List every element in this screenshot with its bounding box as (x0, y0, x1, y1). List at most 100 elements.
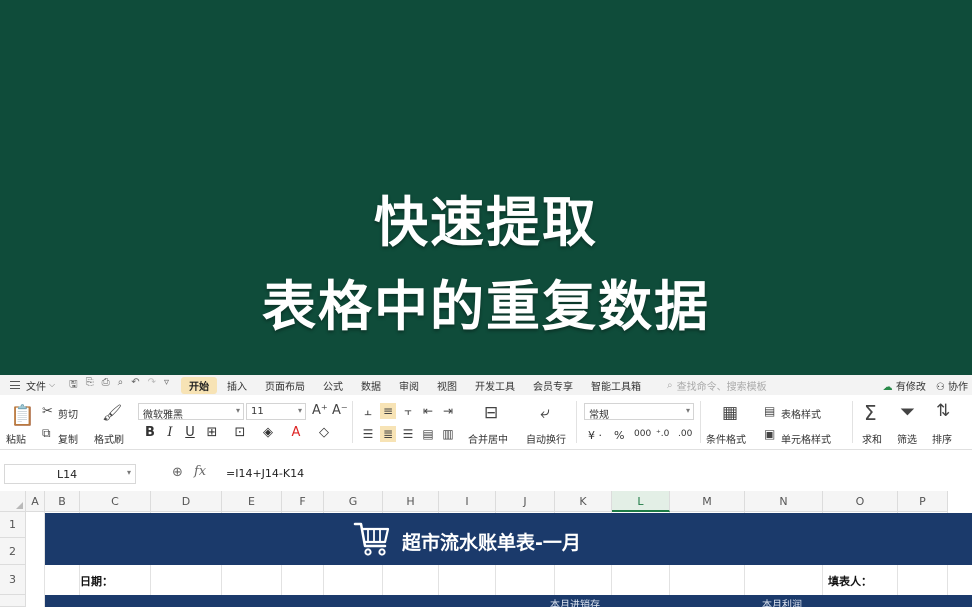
sum-button[interactable]: 求和 (862, 431, 882, 446)
command-search[interactable]: ⌕ 查找命令、搜索模板 (667, 378, 767, 393)
format-painter-button[interactable]: 格式刷 (94, 431, 124, 446)
paste-button[interactable]: 粘贴 (6, 431, 26, 446)
align-left-icon[interactable]: ☰ (360, 426, 376, 442)
sort-button[interactable]: 排序 (932, 431, 952, 446)
name-box[interactable]: L14 ▾ (4, 464, 136, 484)
indent-decrease-icon[interactable]: ⇤ (420, 403, 436, 419)
print-preview-icon[interactable]: ⌕ (118, 377, 124, 394)
undo-icon[interactable]: ↶ (131, 377, 139, 394)
tab-formulas[interactable]: 公式 (315, 377, 351, 394)
cell-style-button[interactable]: 单元格样式 (781, 431, 831, 446)
number-format-select[interactable]: 常规 ▾ (584, 403, 694, 421)
fill-color-icon[interactable]: ◈ (259, 425, 277, 440)
tab-developer[interactable]: 开发工具 (467, 377, 523, 394)
collab-label: 协作 (948, 382, 968, 393)
column-header-m[interactable]: M (670, 491, 745, 512)
column-header-p[interactable]: P (898, 491, 948, 512)
tab-page-layout[interactable]: 页面布局 (257, 377, 313, 394)
function-icon[interactable]: fx (194, 464, 206, 479)
column-header-j[interactable]: J (496, 491, 555, 512)
conditional-format-button[interactable]: 条件格式 (706, 431, 746, 446)
cut-button[interactable]: 剪切 (58, 406, 78, 421)
tab-review[interactable]: 审阅 (391, 377, 427, 394)
column-header-f[interactable]: F (282, 491, 324, 512)
align-right-icon[interactable]: ☰ (400, 426, 416, 442)
collab-button[interactable]: ⚇ 协作 (936, 378, 968, 393)
justify-icon[interactable]: ▤ (420, 426, 436, 442)
increase-font-icon[interactable]: A⁺ (312, 403, 328, 418)
percent-icon[interactable]: % (614, 429, 624, 442)
column-header-i[interactable]: I (439, 491, 496, 512)
wrap-text-button[interactable]: 自动换行 (526, 431, 566, 446)
tab-view[interactable]: 视图 (429, 377, 465, 394)
customize-icon[interactable]: ▿ (164, 377, 169, 394)
save-icon[interactable]: 🖫 (69, 377, 78, 394)
table-style-icon[interactable]: ▤ (764, 404, 775, 418)
modified-status[interactable]: ☁ 有修改 (883, 378, 926, 393)
currency-icon[interactable]: ¥ · (588, 429, 602, 442)
distribute-icon[interactable]: ▥ (440, 426, 456, 442)
font-color-icon[interactable]: A (287, 425, 305, 440)
align-top-icon[interactable]: ⫠ (360, 403, 376, 419)
decrease-font-icon[interactable]: A⁻ (332, 403, 348, 418)
sort-icon[interactable]: ⇅ (936, 401, 950, 421)
wrap-text-icon[interactable]: ⤶ (540, 403, 550, 423)
row-header-4[interactable] (0, 595, 26, 607)
tab-insert[interactable]: 插入 (219, 377, 255, 394)
table-style-button[interactable]: 表格样式 (781, 406, 821, 421)
column-header-a[interactable]: A (26, 491, 45, 512)
column-header-c[interactable]: C (80, 491, 151, 512)
row-header-2[interactable]: 2 (0, 538, 26, 565)
row-header-1[interactable]: 1 (0, 512, 26, 538)
column-header-h[interactable]: H (383, 491, 439, 512)
scissors-icon[interactable]: ✂ (42, 404, 53, 419)
cell-format-icon[interactable]: ⊡ (231, 425, 249, 440)
zoom-icon[interactable]: ⊕ (172, 465, 183, 480)
copy-icon[interactable]: ⧉ (42, 426, 51, 441)
column-header-o[interactable]: O (823, 491, 898, 512)
sum-icon[interactable]: Σ (864, 401, 877, 425)
bold-button[interactable]: B (141, 425, 159, 440)
align-bottom-icon[interactable]: ⫟ (400, 403, 416, 419)
column-header-b[interactable]: B (45, 491, 80, 512)
filter-icon[interactable]: ⏷ (900, 401, 915, 423)
clear-format-icon[interactable]: ◇ (315, 425, 333, 440)
italic-button[interactable]: I (161, 425, 179, 440)
column-header-e[interactable]: E (222, 491, 282, 512)
export-icon[interactable]: ⎘ (86, 377, 94, 394)
column-header-l[interactable]: L (612, 491, 670, 512)
column-header-k[interactable]: K (555, 491, 612, 512)
thousands-icon[interactable]: 000 (634, 429, 651, 439)
column-header-d[interactable]: D (151, 491, 222, 512)
tab-member[interactable]: 会员专享 (525, 377, 581, 394)
increase-decimal-icon[interactable]: ⁺.0 (656, 429, 669, 439)
cell-style-icon[interactable]: ▣ (764, 427, 775, 441)
filter-button[interactable]: 筛选 (897, 431, 917, 446)
border-icon[interactable]: ⊞ (203, 425, 221, 440)
print-icon[interactable]: ⎙ (102, 377, 110, 394)
format-painter-icon[interactable]: 🖌 (102, 403, 122, 422)
select-all-corner[interactable] (0, 491, 26, 512)
copy-button[interactable]: 复制 (58, 431, 78, 446)
menu-icon[interactable] (10, 381, 20, 389)
column-header-n[interactable]: N (745, 491, 823, 512)
redo-icon[interactable]: ↷ (148, 377, 156, 394)
align-center-icon[interactable]: ≣ (380, 426, 396, 442)
underline-button[interactable]: U (181, 425, 199, 440)
font-name-select[interactable]: 微软雅黑 ▾ (138, 403, 244, 421)
conditional-format-icon[interactable]: ▦ (722, 403, 738, 423)
column-header-g[interactable]: G (324, 491, 383, 512)
row-header-3[interactable]: 3 (0, 565, 26, 595)
tab-data[interactable]: 数据 (353, 377, 389, 394)
paste-icon[interactable]: 📋 (10, 403, 35, 427)
indent-increase-icon[interactable]: ⇥ (440, 403, 456, 419)
font-size-select[interactable]: 11 ▾ (246, 403, 306, 420)
merge-icon[interactable]: ⊟ (484, 403, 498, 423)
file-menu[interactable]: 文件 ⌵ (26, 378, 55, 393)
align-middle-icon[interactable]: ≡ (380, 403, 396, 419)
decrease-decimal-icon[interactable]: .00 (678, 429, 692, 439)
tab-smart-toolbox[interactable]: 智能工具箱 (583, 377, 649, 394)
formula-input[interactable]: =I14+J14-K14 (226, 467, 304, 480)
merge-center-button[interactable]: 合并居中 (468, 431, 508, 446)
tab-home[interactable]: 开始 (181, 376, 218, 394)
